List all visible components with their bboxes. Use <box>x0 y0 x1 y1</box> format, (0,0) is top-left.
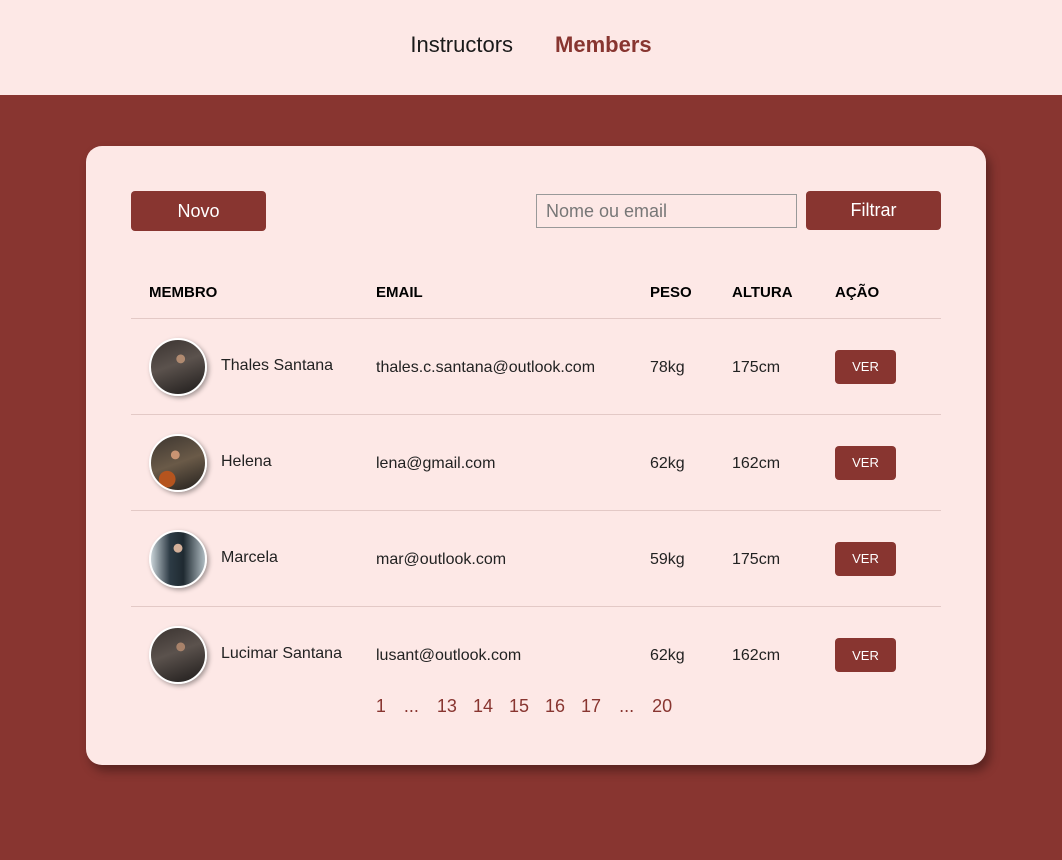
member-weight: 62kg <box>650 454 685 472</box>
table-row: Lucimar Santana lusant@outlook.com 62kg … <box>131 607 941 703</box>
table-row: Marcela mar@outlook.com 59kg 175cm VER <box>131 511 941 607</box>
member-weight: 78kg <box>650 358 685 376</box>
avatar <box>149 337 207 396</box>
header-weight: PESO <box>650 283 692 301</box>
member-weight: 59kg <box>650 550 685 568</box>
members-table: MEMBRO EMAIL PESO ALTURA AÇÃO Thales San… <box>131 266 941 703</box>
member-name: Marcela <box>221 548 278 566</box>
page-link-first[interactable]: 1 <box>368 696 394 717</box>
page-link[interactable]: 17 <box>573 696 609 717</box>
table-header: MEMBRO EMAIL PESO ALTURA AÇÃO <box>131 266 941 319</box>
page-link-last[interactable]: 20 <box>644 696 680 717</box>
top-nav: Instructors Members <box>0 0 1062 95</box>
page-link[interactable]: 14 <box>465 696 501 717</box>
view-member-button[interactable]: VER <box>835 638 896 672</box>
nav-instructors-link[interactable]: Instructors <box>410 32 513 58</box>
member-height: 162cm <box>732 647 781 664</box>
action-cell: VER <box>835 541 941 576</box>
search-input[interactable] <box>536 194 797 228</box>
member-height: 175cm <box>732 550 781 568</box>
member-name: Lucimar Santana <box>221 645 342 662</box>
page-link[interactable]: 15 <box>501 696 537 717</box>
member-email: lusant@outlook.com <box>376 647 522 664</box>
member-cell: Lucimar Santana <box>131 626 376 684</box>
member-email: thales.c.santana@outlook.com <box>376 358 596 376</box>
member-height: 162cm <box>732 454 781 472</box>
new-member-button[interactable]: Novo <box>131 191 266 231</box>
action-cell: VER <box>835 349 941 384</box>
pagination-ellipsis: ... <box>403 696 419 716</box>
member-height: 175cm <box>732 358 781 376</box>
member-cell: Helena <box>131 433 376 492</box>
member-name: Thales Santana <box>221 356 334 374</box>
member-weight: 62kg <box>650 647 685 664</box>
member-email: lena@gmail.com <box>376 454 496 472</box>
view-member-button[interactable]: VER <box>835 541 896 576</box>
avatar <box>149 529 207 588</box>
view-member-button[interactable]: VER <box>835 445 896 480</box>
header-member: MEMBRO <box>149 283 218 301</box>
avatar <box>149 626 207 684</box>
member-cell: Thales Santana <box>131 337 376 396</box>
pagination: 1 ... 13 14 15 16 17 ... 20 <box>86 696 986 717</box>
action-cell: VER <box>835 445 941 480</box>
table-row: Thales Santana thales.c.santana@outlook.… <box>131 319 941 415</box>
avatar <box>149 433 207 492</box>
members-card: Novo Filtrar MEMBRO EMAIL PESO ALTURA AÇ… <box>86 146 986 765</box>
member-email: mar@outlook.com <box>376 550 507 568</box>
page-link[interactable]: 16 <box>537 696 573 717</box>
member-name: Helena <box>221 452 272 470</box>
member-cell: Marcela <box>131 529 376 588</box>
filter-button[interactable]: Filtrar <box>806 191 941 230</box>
pagination-ellipsis: ... <box>619 696 635 716</box>
page-link[interactable]: 13 <box>429 696 465 717</box>
header-email: EMAIL <box>376 283 423 301</box>
view-member-button[interactable]: VER <box>835 349 896 384</box>
action-cell: VER <box>835 638 941 672</box>
header-action: AÇÃO <box>835 283 880 301</box>
header-height: ALTURA <box>732 283 793 301</box>
nav-members-link[interactable]: Members <box>555 32 652 58</box>
table-row: Helena lena@gmail.com 62kg 162cm VER <box>131 415 941 511</box>
